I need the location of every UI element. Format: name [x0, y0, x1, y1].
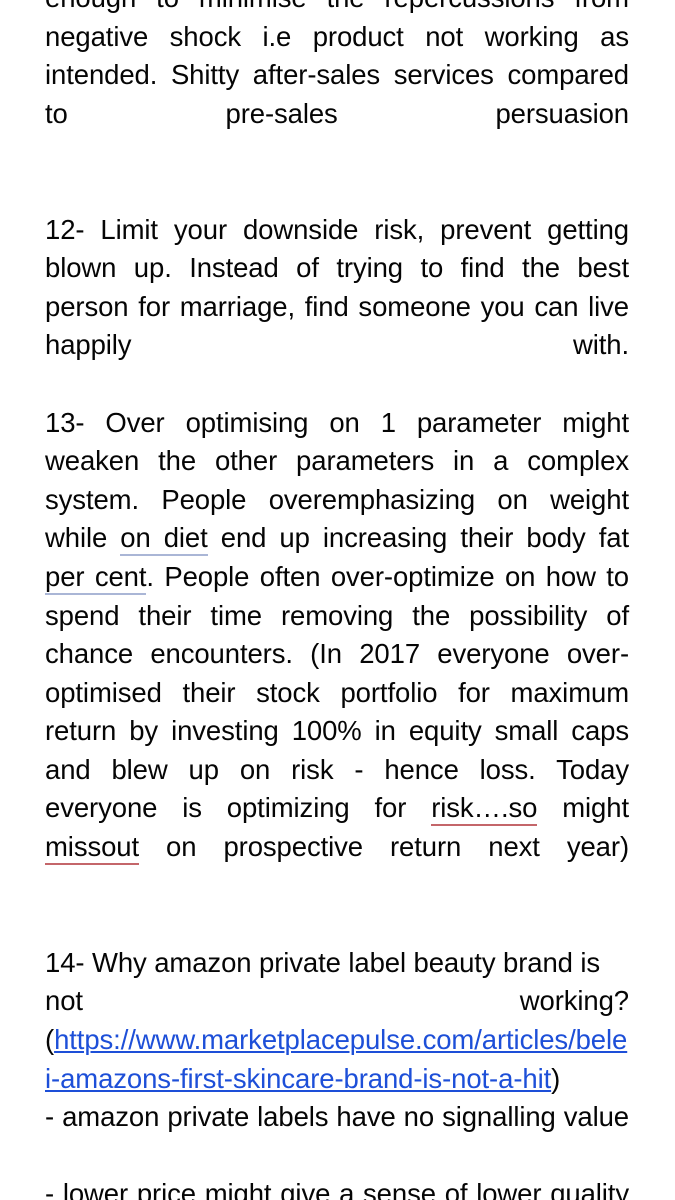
clipped-top-line: enough to minimise the repercussions fro… [45, 0, 629, 13]
item-13-text-b: end up increasing their body fat [207, 522, 629, 554]
paragraph-spacer-2 [45, 905, 629, 944]
url-close-paren: ) [551, 1062, 561, 1094]
bullet-item-lower-price: - lower price might give a sense of lowe… [45, 1175, 629, 1200]
spelling-error-risk-so[interactable]: risk….so [431, 792, 537, 827]
document-text-column: enough to minimise the repercussions fro… [45, 0, 629, 1200]
line-intended-shitty: intended. Shitty after-sales services co… [45, 59, 629, 91]
paragraph-item-13: 13- Over optimising on 1 parameter might… [45, 404, 629, 906]
paragraph-item-12: 12- Limit your downside risk, prevent ge… [45, 211, 629, 404]
url-open-paren: ( [45, 1024, 55, 1056]
paragraph-item-11-continuation: enough to minimise the repercussions fro… [45, 0, 629, 172]
item-13-text-c: . People often over-optimize on how to s… [45, 560, 629, 824]
item-14-heading-line2: not working? [45, 982, 629, 1021]
spelling-error-missout[interactable]: missout [45, 831, 139, 866]
grammar-suggestion-on-diet[interactable]: on diet [120, 522, 208, 557]
item-14-word-not: not [45, 985, 83, 1017]
paragraph-item-14-url: (https://www.marketplacepulse.com/articl… [45, 1021, 629, 1098]
line-to-pre-sales: to pre-sales persuasion [45, 97, 629, 129]
line-negative-shock: negative shock i.e product not working a… [45, 20, 629, 52]
paragraph-spacer-1 [45, 172, 629, 211]
item-14-word-working: working? [519, 985, 629, 1017]
paragraph-item-14-heading: 14- Why amazon private label beauty bran… [45, 944, 629, 983]
screenshot-page: enough to minimise the repercussions fro… [0, 0, 675, 1200]
item-13-text-e: on prospective return next year) [139, 831, 629, 863]
item-12-text: 12- Limit your downside risk, prevent ge… [45, 213, 629, 361]
marketplacepulse-article-link[interactable]: https://www.marketplacepulse.com/article… [45, 1024, 627, 1094]
item-14-heading-line1: 14- Why amazon private label beauty bran… [45, 946, 601, 978]
bullet-2-text: - lower price might give a sense of lowe… [45, 1178, 629, 1200]
grammar-suggestion-per-cent[interactable]: per cent [45, 560, 147, 595]
item-13-text-d: might [537, 792, 629, 824]
bullet-1-text: - amazon private labels have no signalli… [45, 1101, 629, 1133]
bullet-item-signalling-value: - amazon private labels have no signalli… [45, 1098, 629, 1175]
